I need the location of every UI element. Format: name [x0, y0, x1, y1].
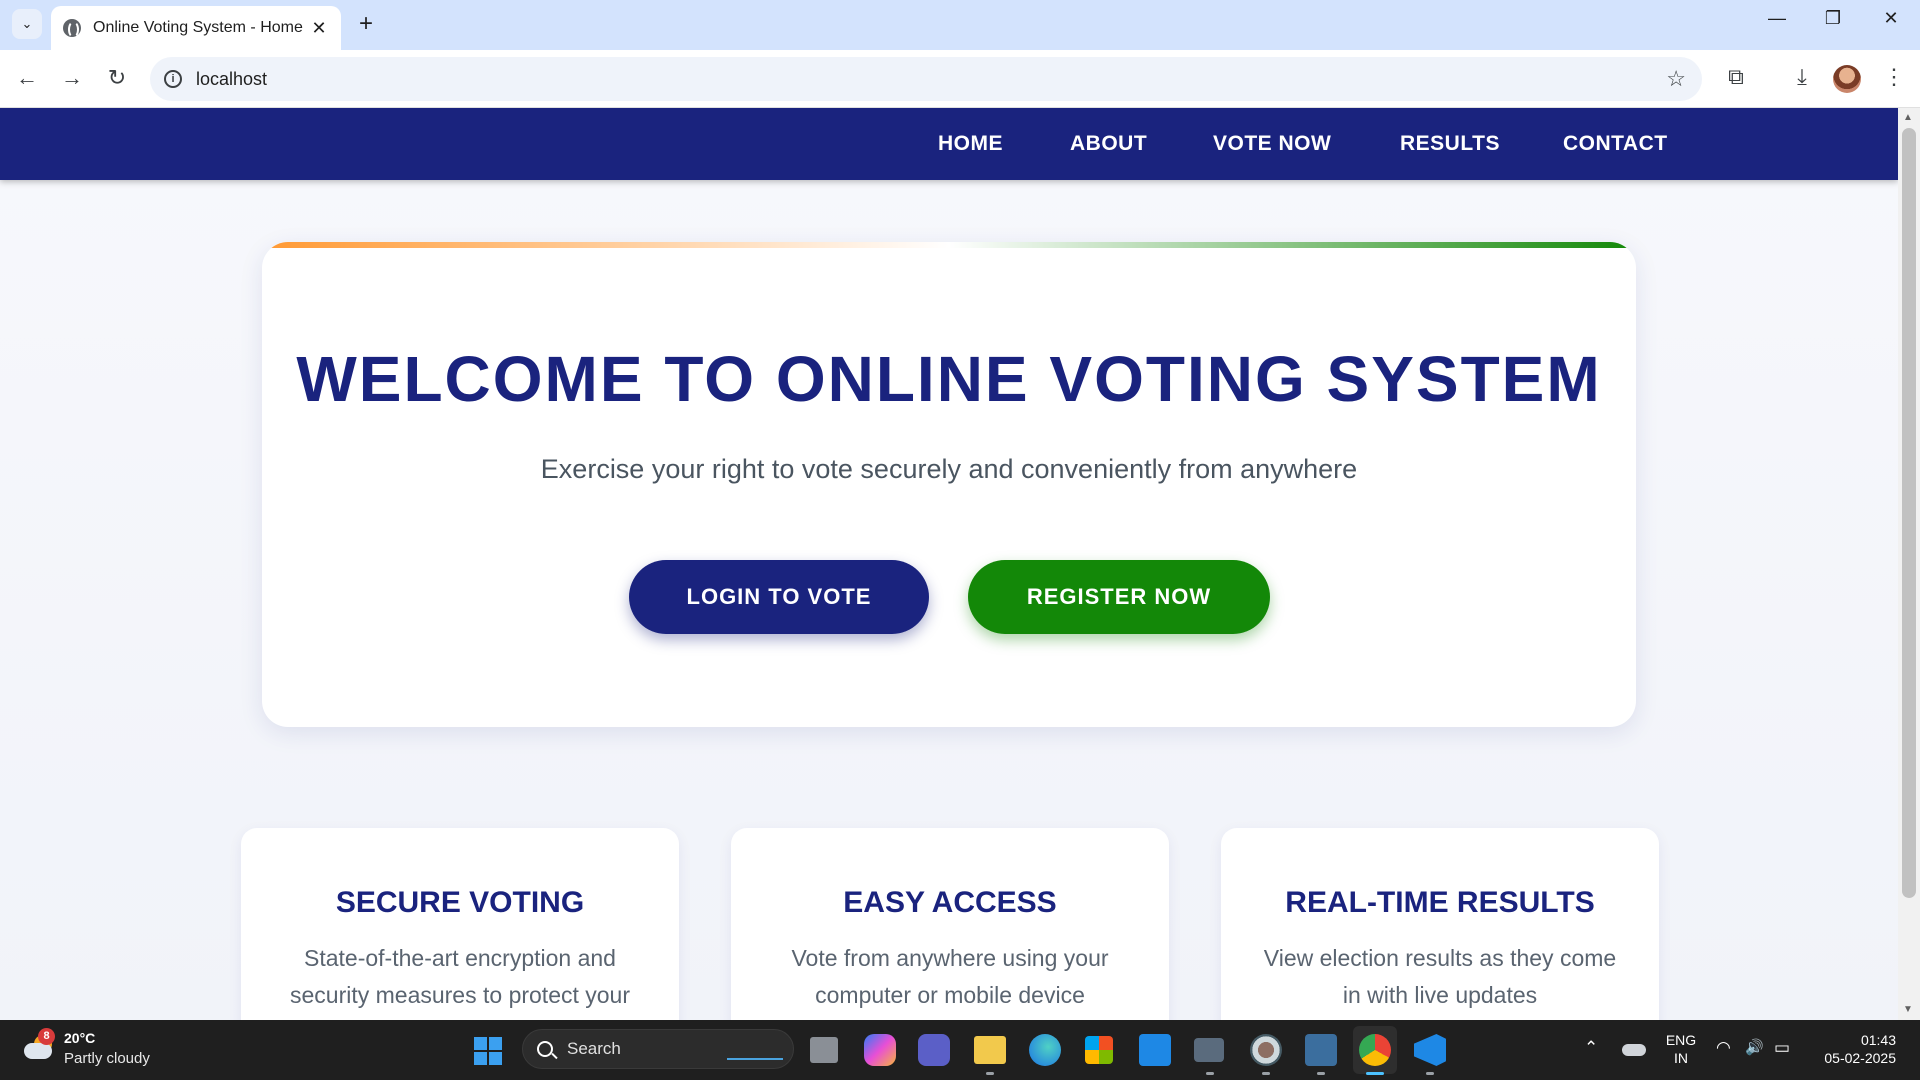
clock-date: 05-02-2025 — [1824, 1050, 1896, 1066]
page-viewport: HOME ABOUT VOTE NOW RESULTS CONTACT WELC… — [0, 108, 1898, 1020]
battery-icon[interactable]: ▭ — [1774, 1038, 1790, 1058]
feature-title: EASY ACCESS — [843, 886, 1057, 919]
taskbar-search[interactable]: Search — [522, 1029, 794, 1069]
search-label: Search — [567, 1039, 621, 1058]
feature-title: REAL-TIME RESULTS — [1285, 886, 1595, 919]
search-highlight-art — [727, 1040, 783, 1060]
browser-tab-strip: ⌄ Online Voting System - Home ✕ + — ❐ ✕ — [0, 0, 1920, 50]
site-info-icon[interactable]: i — [164, 70, 182, 88]
language-indicator[interactable]: ENG IN — [1664, 1031, 1698, 1067]
minimize-button[interactable]: — — [1757, 8, 1797, 29]
reload-button[interactable]: ↻ — [102, 63, 132, 93]
scrollbar-thumb[interactable] — [1902, 128, 1916, 898]
feature-title: SECURE VOTING — [335, 886, 585, 919]
volume-icon[interactable]: 🔊 — [1745, 1038, 1764, 1056]
nav-contact[interactable]: CONTACT — [1563, 132, 1668, 156]
bookmark-star-icon[interactable]: ☆ — [1666, 66, 1686, 92]
browser-toolbar: ← → ↻ i localhost ☆ ⧉ ⤓ ⋮ — [0, 50, 1920, 108]
myhp-icon[interactable] — [1139, 1034, 1171, 1066]
scroll-down-arrow-icon[interactable]: ▼ — [1903, 1004, 1913, 1015]
store-icon[interactable] — [1085, 1036, 1113, 1064]
feature-card-easy-access: EASY ACCESS Vote from anywhere using you… — [731, 828, 1169, 1020]
language-code: ENG — [1665, 1032, 1697, 1048]
settings-gear-icon[interactable] — [1250, 1034, 1282, 1066]
tab-search-button[interactable]: ⌄ — [12, 9, 42, 39]
hero-title: WELCOME TO ONLINE VOTING SYSTEM — [296, 343, 1602, 415]
feature-description: State-of-the-art encryption and security… — [289, 945, 631, 1008]
login-to-vote-button[interactable]: LOGIN TO VOTE — [629, 560, 929, 634]
browser-tab[interactable]: Online Voting System - Home ✕ — [51, 6, 341, 50]
back-button[interactable]: ← — [12, 63, 42, 93]
window-close-button[interactable]: ✕ — [1871, 8, 1911, 29]
browser-menu-icon[interactable]: ⋮ — [1879, 64, 1909, 90]
nav-results[interactable]: RESULTS — [1400, 132, 1500, 156]
edge-icon[interactable] — [1029, 1034, 1061, 1066]
globe-icon — [63, 19, 81, 38]
windows-taskbar: 8 20°C Partly cloudy Search ⌃ ENG IN ◠ 🔊… — [0, 1020, 1920, 1080]
hero-subtitle: Exercise your right to vote securely and… — [540, 454, 1358, 484]
feature-card-secure-voting: SECURE VOTING State-of-the-art encryptio… — [241, 828, 679, 1020]
task-view-icon[interactable] — [810, 1037, 838, 1063]
new-tab-button[interactable]: + — [354, 10, 378, 38]
feature-description: View election results as they come in wi… — [1263, 945, 1617, 1008]
weather-temperature[interactable]: 20°C — [64, 1030, 95, 1046]
nav-vote-now[interactable]: VOTE NOW — [1213, 132, 1331, 156]
profile-avatar[interactable] — [1833, 65, 1861, 93]
system-clock[interactable]: 01:43 05-02-2025 — [1806, 1031, 1896, 1067]
page-scrollbar[interactable]: ▲ ▼ — [1898, 108, 1920, 1020]
feature-card-real-time-results: REAL-TIME RESULTS View election results … — [1221, 828, 1659, 1020]
start-button-icon[interactable] — [474, 1037, 502, 1065]
site-navbar: HOME ABOUT VOTE NOW RESULTS CONTACT — [0, 108, 1898, 180]
region-code: IN — [1674, 1050, 1688, 1066]
tray-chevron-up-icon[interactable]: ⌃ — [1584, 1038, 1598, 1058]
mysql-workbench-icon[interactable] — [1305, 1034, 1337, 1066]
tab-title: Online Voting System - Home — [93, 19, 303, 36]
restore-button[interactable]: ❐ — [1813, 8, 1853, 29]
vscode-icon[interactable] — [1414, 1034, 1446, 1066]
forward-button[interactable]: → — [57, 63, 87, 93]
copilot-icon[interactable] — [864, 1034, 896, 1066]
weather-badge: 8 — [38, 1028, 55, 1045]
weather-condition[interactable]: Partly cloudy — [64, 1050, 150, 1067]
scroll-up-arrow-icon[interactable]: ▲ — [1903, 112, 1913, 123]
nav-about[interactable]: ABOUT — [1070, 132, 1147, 156]
close-tab-icon[interactable]: ✕ — [309, 18, 329, 39]
extensions-icon[interactable]: ⧉ — [1721, 64, 1751, 90]
search-icon — [537, 1041, 553, 1057]
onedrive-cloud-icon[interactable] — [1622, 1044, 1646, 1056]
downloads-icon[interactable]: ⤓ — [1787, 64, 1817, 90]
feature-description: Vote from anywhere using your computer o… — [791, 945, 1109, 1008]
nav-home[interactable]: HOME — [938, 132, 1003, 156]
url-text[interactable]: localhost — [196, 69, 1666, 90]
hero-card: WELCOME TO ONLINE VOTING SYSTEM Exercise… — [262, 242, 1636, 727]
clock-time: 01:43 — [1860, 1032, 1896, 1048]
register-now-button[interactable]: REGISTER NOW — [968, 560, 1270, 634]
teams-icon[interactable] — [918, 1034, 950, 1066]
file-explorer-icon[interactable] — [974, 1036, 1006, 1064]
chrome-icon[interactable] — [1359, 1034, 1391, 1066]
address-bar[interactable]: i localhost ☆ — [150, 57, 1702, 101]
chevron-down-icon: ⌄ — [21, 16, 33, 31]
wifi-icon[interactable]: ◠ — [1716, 1038, 1731, 1058]
remote-desktop-icon[interactable] — [1194, 1038, 1224, 1062]
tricolor-stripe — [262, 242, 1636, 248]
